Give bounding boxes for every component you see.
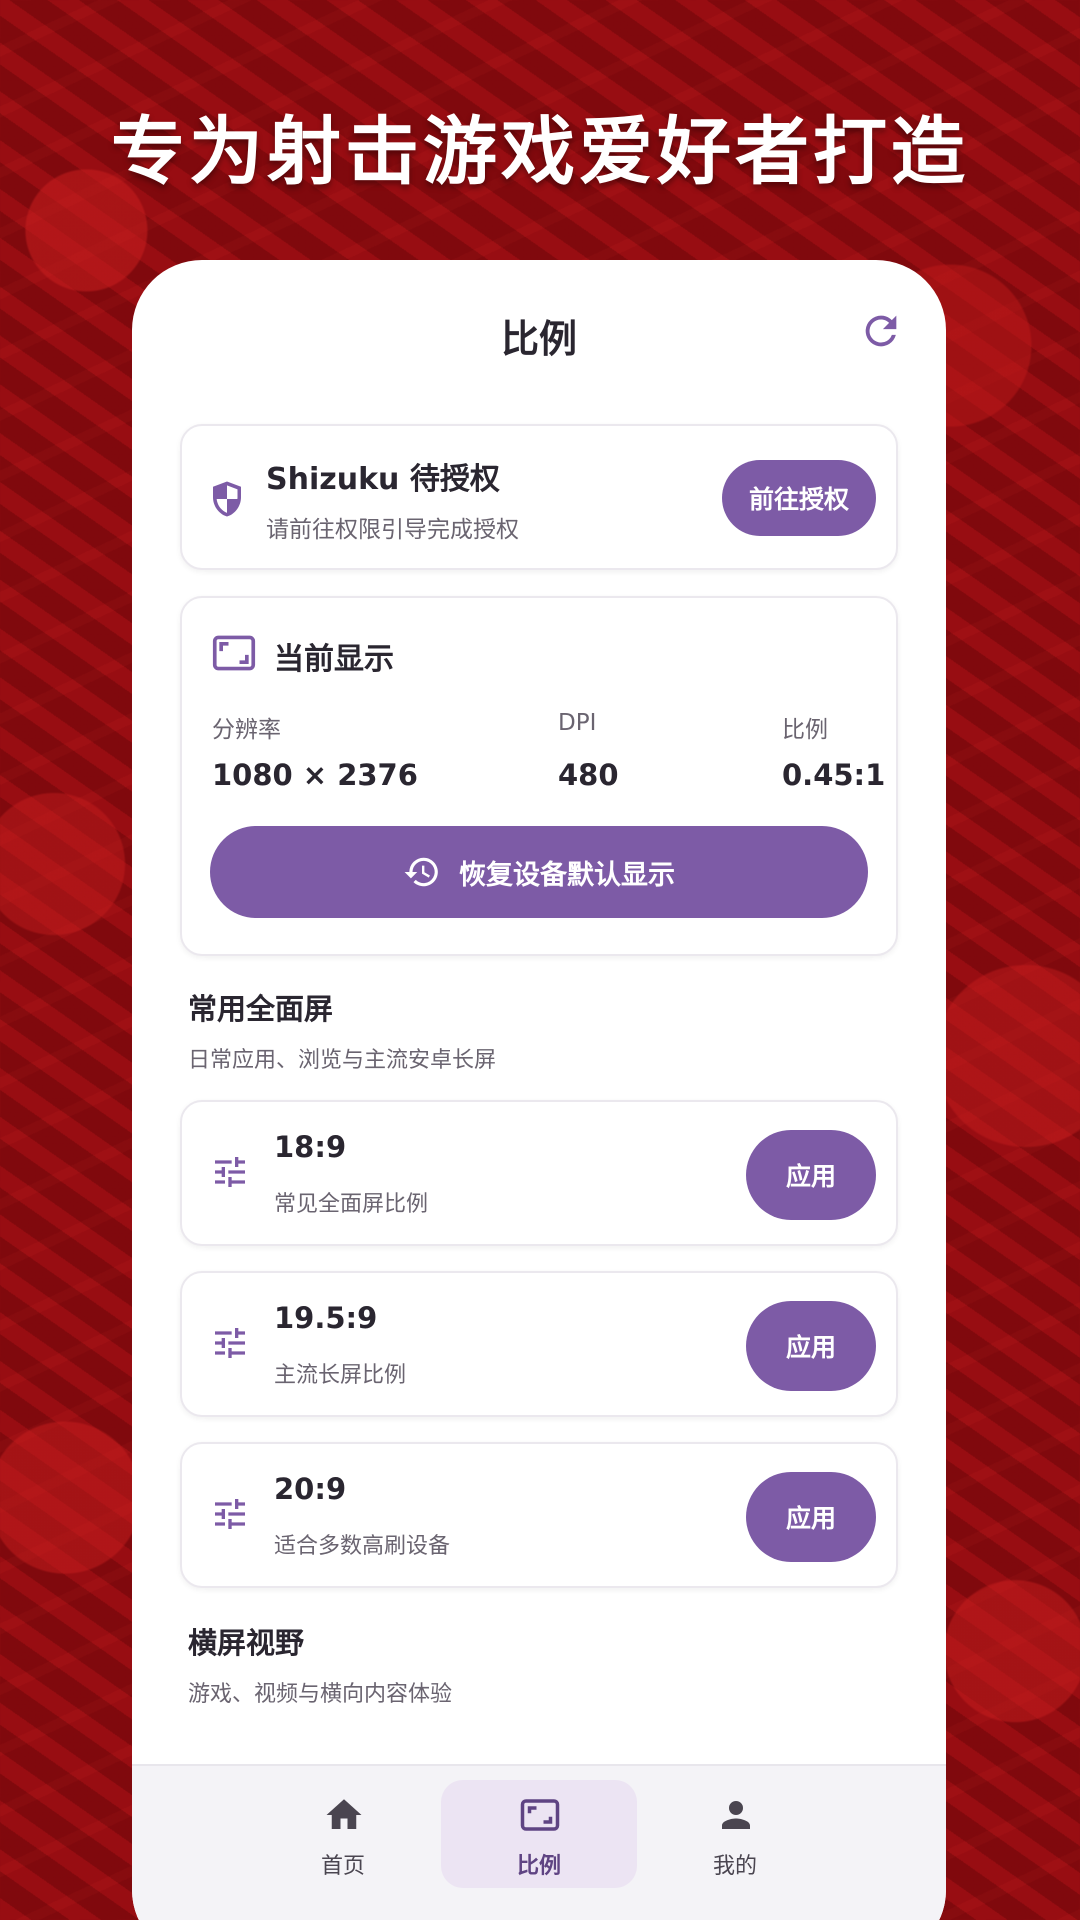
ratio-name: 20:9 [274,1472,347,1506]
nav-label-profile: 我的 [712,1854,757,1879]
shield-icon [213,481,241,517]
section-title-fullscreen: 常用全面屏 [188,992,334,1026]
apply-button[interactable]: 应用 [746,1301,876,1391]
top-app-bar: 比例 [132,260,946,390]
promo-headline: 专为射击游戏爱好者打造 [111,109,969,195]
page-title: 比例 [500,317,577,361]
ratio-desc: 适合多数高刷设备 [274,1534,451,1559]
auth-subtitle: 请前往权限引导完成授权 [266,517,519,543]
auth-title: Shizuku 待授权 [266,462,500,497]
nav-item-profile[interactable]: 我的 [637,1780,833,1888]
apply-button[interactable]: 应用 [746,1130,876,1220]
nav-label-ratio: 比例 [516,1854,561,1879]
restore-default-display-button[interactable]: 恢复设备默认显示 [210,826,868,918]
tune-icon [215,1499,245,1529]
ratio-desc: 常见全面屏比例 [274,1192,429,1217]
home-icon [326,1799,362,1829]
ratio-name: 19.5:9 [274,1301,378,1335]
apply-button[interactable]: 应用 [746,1472,876,1562]
go-authorize-button[interactable]: 前往授权 [722,460,876,536]
aspect-ratio-icon [520,1799,560,1831]
ratio-card-19-5-9: 19.5:9 主流长屏比例 应用 [180,1271,898,1417]
dpi-value: 480 [558,758,619,792]
ratio-label: 比例 [782,717,828,743]
ratio-name: 18:9 [274,1130,347,1164]
aspect-ratio-icon [212,635,256,671]
ratio-card-20-9: 20:9 适合多数高刷设备 应用 [180,1442,898,1588]
bottom-navigation: 首页 比例 我的 [132,1764,946,1920]
tune-icon [215,1328,245,1358]
refresh-icon[interactable] [858,308,904,354]
person-icon [722,1801,750,1829]
resolution-label: 分辨率 [212,717,281,743]
current-display-card: 当前显示 分辨率 DPI 比例 1080 × 2376 480 0.45:1 恢… [180,596,898,956]
tune-icon [215,1157,245,1187]
history-icon [404,857,438,887]
nav-item-home[interactable]: 首页 [245,1780,441,1888]
shizuku-auth-card: Shizuku 待授权 请前往权限引导完成授权 前往授权 [180,424,898,570]
resolution-value: 1080 × 2376 [212,758,418,792]
restore-label: 恢复设备默认显示 [459,859,675,891]
ratio-card-18-9: 18:9 常见全面屏比例 应用 [180,1100,898,1246]
dpi-label: DPI [558,710,597,736]
nav-item-ratio[interactable]: 比例 [441,1780,637,1888]
ratio-value: 0.45:1 [782,758,886,792]
section-subtitle-landscape: 游戏、视频与横向内容体验 [188,1682,453,1707]
ratio-desc: 主流长屏比例 [274,1363,407,1388]
section-subtitle-fullscreen: 日常应用、浏览与主流安卓长屏 [188,1048,497,1073]
phone-screen: 比例 Shizuku 待授权 请前往权限引导完成授权 前往授权 当前显示 分辨率… [132,260,946,1920]
nav-label-home: 首页 [320,1854,365,1879]
current-display-heading: 当前显示 [274,642,394,677]
section-title-landscape: 横屏视野 [188,1626,305,1660]
